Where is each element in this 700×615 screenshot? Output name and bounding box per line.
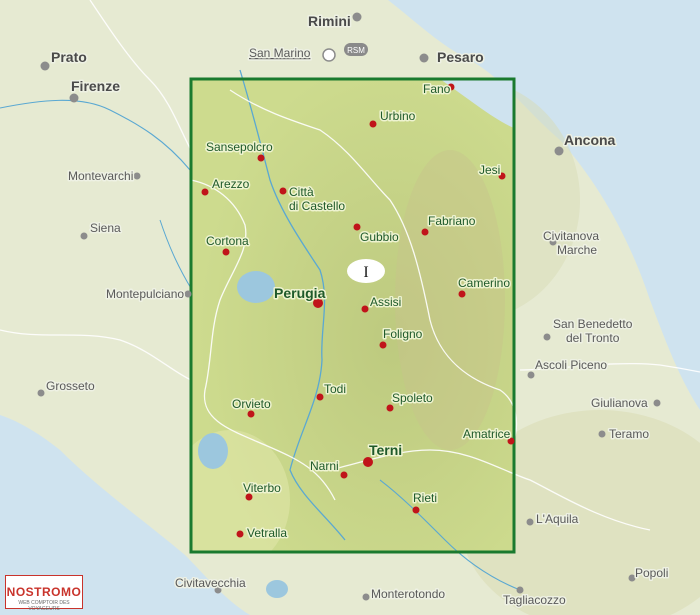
town-dot-camerino[interactable] — [458, 290, 466, 298]
town-label-todi: Todi — [324, 382, 346, 396]
town-label-citta: Città — [289, 185, 314, 199]
town-dot-rimini — [352, 12, 362, 22]
town-label-terni: Terni — [369, 442, 402, 458]
town-dot-giulianova — [653, 399, 661, 407]
apennine-relief — [395, 150, 505, 450]
town-dot-terni[interactable] — [363, 457, 373, 467]
town-dot-montepulciano — [184, 290, 192, 298]
town-label-ascoli-piceno: Ascoli Piceno — [535, 358, 607, 372]
town-label-urbino: Urbino — [380, 109, 416, 123]
town-label-san-benedetto: San Benedetto — [553, 317, 633, 331]
town-label-rieti: Rieti — [413, 491, 437, 505]
town-dot-vetralla[interactable] — [236, 530, 244, 538]
town-label-assisi: Assisi — [370, 295, 401, 309]
town-label-montepulciano: Montepulciano — [106, 287, 184, 301]
town-dot-prato — [40, 61, 50, 71]
town-label-sansepolcro: Sansepolcro — [206, 140, 273, 154]
town-label-fano: Fano — [423, 82, 451, 96]
town-label-foligno: Foligno — [383, 327, 423, 341]
town-dot-pesaro — [419, 53, 429, 63]
town-dot-rieti[interactable] — [412, 506, 420, 514]
town-dot-siena — [80, 232, 88, 240]
town-dot-san-marino — [322, 48, 336, 62]
town-label-di-castello: di Castello — [289, 199, 345, 213]
sheet-label: I — [363, 264, 368, 281]
town-label-firenze: Firenze — [71, 78, 120, 94]
town-label-tagliacozzo: Tagliacozzo — [503, 593, 566, 607]
town-label-laquila: L'Aquila — [536, 512, 579, 526]
town-dot-narni[interactable] — [340, 471, 348, 479]
town-dot-sansepolcro[interactable] — [257, 154, 265, 162]
town-label-civitavecchia: Civitavecchia — [175, 576, 246, 590]
nostromo-logo[interactable]: NOSTROMO WEB COMPTOIR DES VOYAGEURS — [5, 575, 83, 612]
town-label-vetralla: Vetralla — [247, 526, 287, 540]
town-label-camerino: Camerino — [458, 276, 510, 290]
town-label-pesaro: Pesaro — [437, 49, 484, 65]
town-label-ancona: Ancona — [564, 132, 616, 148]
town-label-orvieto: Orvieto — [232, 397, 271, 411]
town-label-civitanova: Civitanova — [543, 229, 599, 243]
rsm-badge-text: RSM — [347, 46, 365, 55]
town-label-del-tronto: del Tronto — [566, 331, 620, 345]
town-dot-foligno[interactable] — [379, 341, 387, 349]
town-dot-grosseto — [37, 389, 45, 397]
lake-bolsena — [198, 433, 228, 469]
town-label-popoli: Popoli — [635, 566, 668, 580]
town-dot-spoleto[interactable] — [386, 404, 394, 412]
town-label-civitanova-marche: Marche — [557, 243, 597, 257]
town-label-monterotondo: Monterotondo — [371, 587, 445, 601]
town-label-teramo: Teramo — [609, 427, 649, 441]
town-dot-arezzo[interactable] — [201, 188, 209, 196]
town-label-amatrice: Amatrice — [463, 427, 511, 441]
town-label-narni: Narni — [310, 459, 339, 473]
town-dot-ancona — [554, 146, 564, 156]
town-dot-citta-di-castello[interactable] — [279, 187, 287, 195]
town-dot-laquila — [526, 518, 534, 526]
logo-brand: NOSTROMO — [6, 585, 82, 599]
town-label-prato: Prato — [51, 49, 87, 65]
town-label-montevarchi: Montevarchi — [68, 169, 133, 183]
town-label-san-marino: San Marino — [249, 46, 311, 60]
town-dot-montevarchi — [133, 172, 141, 180]
town-label-jesi: Jesi — [479, 163, 500, 177]
lake-trasimeno — [237, 271, 275, 303]
town-dot-firenze — [69, 93, 79, 103]
town-dot-urbino[interactable] — [369, 120, 377, 128]
town-label-arezzo: Arezzo — [212, 177, 250, 191]
town-dot-teramo — [598, 430, 606, 438]
town-dot-orvieto[interactable] — [247, 410, 255, 418]
town-label-cortona: Cortona — [206, 234, 249, 248]
map-canvas[interactable]: I Rimini San Marino RSM Pesaro Prato Fir… — [0, 0, 700, 615]
town-label-gubbio: Gubbio — [360, 230, 399, 244]
town-dot-san-benedetto — [543, 333, 551, 341]
town-label-siena: Siena — [90, 221, 121, 235]
town-dot-ascoli-piceno — [527, 371, 535, 379]
town-label-rimini: Rimini — [308, 13, 351, 29]
town-dot-cortona[interactable] — [222, 248, 230, 256]
town-label-giulianova: Giulianova — [591, 396, 648, 410]
town-label-spoleto: Spoleto — [392, 391, 433, 405]
logo-tagline: WEB COMPTOIR DES VOYAGEURS — [18, 600, 70, 612]
town-label-viterbo: Viterbo — [243, 481, 281, 495]
town-label-grosseto: Grosseto — [46, 379, 95, 393]
town-dot-todi[interactable] — [316, 393, 324, 401]
town-dot-assisi[interactable] — [361, 305, 369, 313]
town-label-perugia: Perugia — [274, 285, 326, 301]
lake-bracciano — [266, 580, 288, 598]
town-dot-fabriano[interactable] — [421, 228, 429, 236]
town-label-fabriano: Fabriano — [428, 214, 476, 228]
town-dot-monterotondo — [362, 593, 370, 601]
